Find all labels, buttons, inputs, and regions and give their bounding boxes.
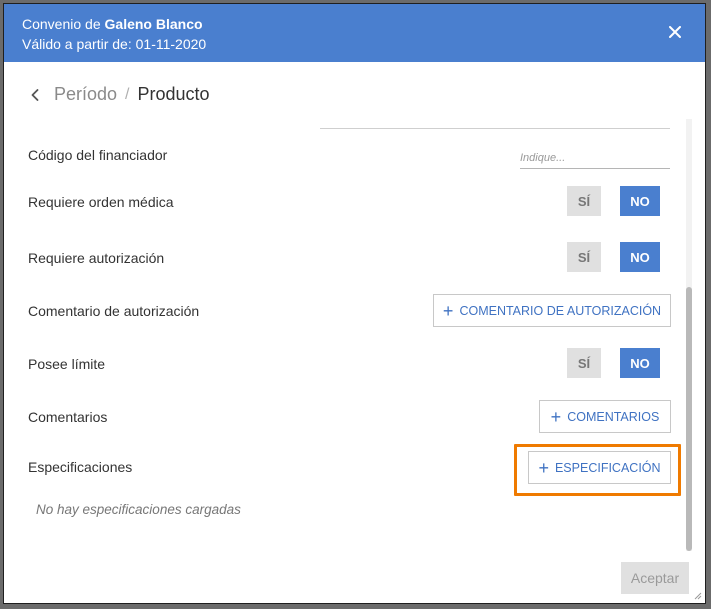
scrollbar-thumb[interactable] <box>686 287 692 551</box>
plus-icon: + <box>538 457 549 478</box>
breadcrumb: Período / Producto <box>26 84 210 105</box>
add-comentario-autorizacion-label: COMENTARIO DE AUTORIZACIÓN <box>459 303 662 318</box>
header-subtitle: Válido a partir de: 01-11-2020 <box>22 36 207 52</box>
dialog-header: Convenio de Galeno Blanco Válido a parti… <box>4 4 705 62</box>
comentarios-label: Comentarios <box>28 409 108 425</box>
plus-icon: + <box>442 300 454 321</box>
accept-button[interactable]: Aceptar <box>621 562 689 594</box>
breadcrumb-current: Producto <box>137 84 210 104</box>
especificaciones-empty-message: No hay especificaciones cargadas <box>36 502 241 517</box>
limite-si-button[interactable]: SÍ <box>567 348 601 378</box>
codigo-label: Código del financiador <box>28 147 168 163</box>
resize-grip-icon[interactable] <box>692 590 702 600</box>
header-title: Convenio de Galeno Blanco <box>22 16 203 32</box>
back-button[interactable] <box>26 86 44 104</box>
add-especificacion-button[interactable]: + ESPECIFICACIÓN <box>528 451 671 484</box>
field-underline <box>320 128 670 129</box>
breadcrumb-separator: / <box>125 85 130 103</box>
codigo-input[interactable] <box>520 147 670 169</box>
comentario-autorizacion-label: Comentario de autorización <box>28 303 200 319</box>
close-button[interactable] <box>665 22 685 42</box>
autorizacion-label: Requiere autorización <box>28 250 165 266</box>
limite-no-button[interactable]: NO <box>620 348 660 378</box>
orden-medica-label: Requiere orden médica <box>28 194 174 210</box>
add-comentarios-button[interactable]: + COMENTARIOS <box>539 400 671 433</box>
autorizacion-no-button[interactable]: NO <box>620 242 660 272</box>
add-comentario-autorizacion-button[interactable]: + COMENTARIO DE AUTORIZACIÓN <box>433 294 671 327</box>
header-title-name: Galeno Blanco <box>104 16 203 32</box>
dialog: Convenio de Galeno Blanco Válido a parti… <box>3 3 706 604</box>
header-title-prefix: Convenio de <box>22 16 101 32</box>
chevron-left-icon <box>31 88 39 101</box>
orden-medica-no-button[interactable]: NO <box>620 186 660 216</box>
add-especificacion-label: ESPECIFICACIÓN <box>554 460 661 475</box>
autorizacion-si-button[interactable]: SÍ <box>567 242 601 272</box>
plus-icon: + <box>550 406 562 427</box>
breadcrumb-previous[interactable]: Período <box>54 84 117 105</box>
add-comentarios-label: COMENTARIOS <box>567 409 660 424</box>
especificaciones-label: Especificaciones <box>28 459 133 475</box>
orden-medica-si-button[interactable]: SÍ <box>567 186 601 216</box>
limite-label: Posee límite <box>28 356 106 372</box>
close-icon <box>669 26 681 38</box>
